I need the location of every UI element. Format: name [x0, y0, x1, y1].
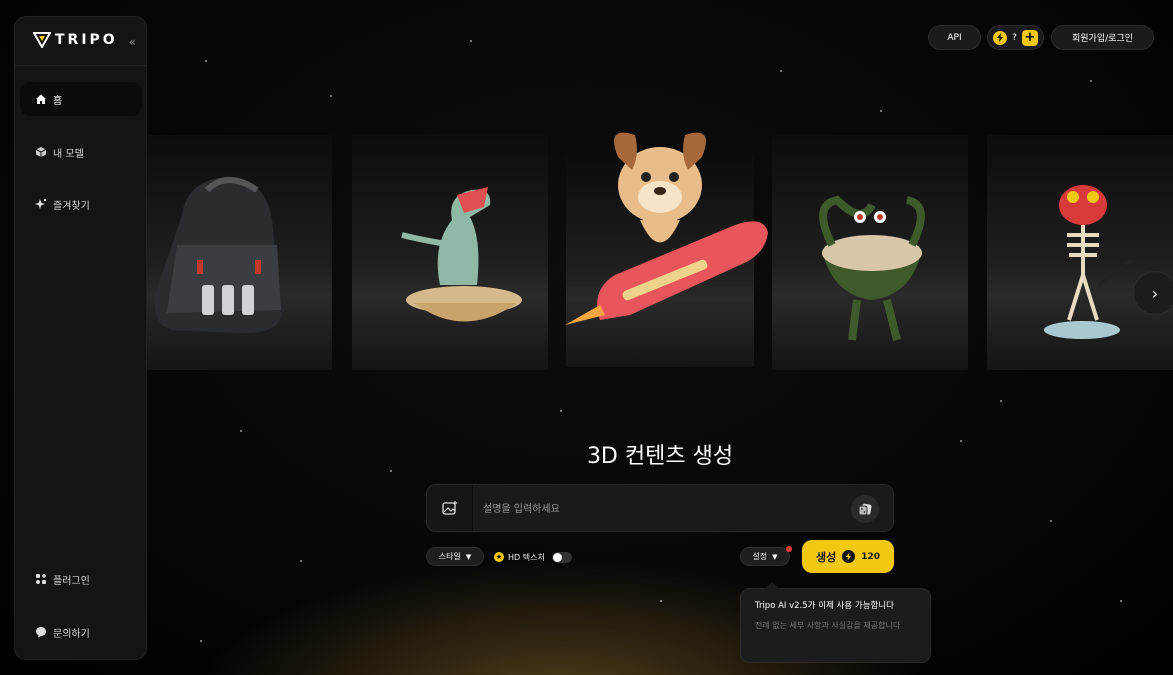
sidebar-item-label: 내 모델 — [53, 148, 84, 160]
chat-icon — [34, 626, 47, 639]
brand-name: TRIPO — [55, 32, 118, 48]
cube-icon — [34, 146, 47, 159]
cereal-bowl-creature-model — [819, 195, 925, 341]
plugin-icon — [34, 573, 47, 586]
style-label: 스타일 — [438, 552, 461, 561]
caret-down-icon: ▼ — [772, 552, 778, 561]
carousel-card-cereal-creature[interactable] — [772, 135, 968, 370]
generate-label: 생성 — [815, 550, 837, 564]
carousel-card-backpack[interactable] — [147, 135, 332, 370]
tooltip-title: Tripo AI v2.5가 이제 사용 가능합니다 — [755, 601, 894, 611]
bolt-icon — [842, 550, 856, 563]
image-upload-button[interactable] — [427, 485, 473, 531]
page-title: 3D 컨텐츠 생성 — [586, 444, 734, 469]
carousel-card-skeleton-frog[interactable] — [987, 135, 1173, 370]
sidebar-item-home[interactable]: 홈 — [20, 82, 142, 116]
generate-button[interactable]: 생성 120 — [802, 540, 894, 573]
sidebar-item-my-models[interactable]: 내 모델 — [20, 135, 142, 169]
sparkle-icon — [34, 198, 47, 211]
hd-texture-label: HD 텍스처 — [508, 552, 545, 562]
tripo-logo[interactable]: TRIPO — [33, 32, 118, 48]
generate-cost: 120 — [861, 551, 881, 562]
double-chevron-left-icon[interactable]: « — [129, 35, 136, 49]
chevron-right-icon: › — [1151, 283, 1159, 303]
sidebar: TRIPO « 홈 내 모델 즐겨찾기 플러그인 문의하기 — [14, 16, 147, 660]
dice-icon — [858, 503, 872, 516]
carousel-card-dinosaur[interactable] — [352, 135, 548, 370]
sidebar-item-plugins[interactable]: 플러그인 — [20, 562, 142, 596]
sidebar-item-label: 즐겨찾기 — [53, 200, 90, 212]
notification-dot — [786, 546, 792, 552]
dog-on-rocket-model — [565, 132, 768, 325]
credits-widget: ? + — [987, 25, 1044, 50]
style-dropdown[interactable]: 스타일 ▼ — [426, 547, 484, 566]
image-add-icon — [441, 501, 457, 515]
home-icon — [34, 93, 47, 106]
settings-label: 설정 — [752, 552, 768, 561]
carousel-next-button[interactable]: › — [1133, 271, 1173, 315]
sidebar-item-label: 홈 — [53, 95, 63, 107]
tooltip-description: 전례 없는 세부 사항과 사실감을 제공합니다 — [755, 621, 901, 630]
add-credits-button[interactable]: + — [1021, 29, 1038, 46]
settings-dropdown[interactable]: 설정 ▼ — [740, 547, 790, 566]
sidebar-item-contact[interactable]: 문의하기 — [20, 615, 142, 649]
hd-texture-switch[interactable] — [551, 551, 572, 563]
star-badge-icon: ★ — [494, 552, 504, 562]
sidebar-item-label: 문의하기 — [53, 628, 90, 640]
release-tooltip: Tripo AI v2.5가 이제 사용 가능합니다 전례 없는 세부 사항과 … — [740, 582, 931, 663]
login-button[interactable]: 회원가입/로그인 — [1051, 25, 1154, 50]
backpack-model — [154, 177, 282, 334]
dinosaur-model — [401, 187, 522, 322]
sidebar-item-favorites[interactable]: 즐겨찾기 — [20, 187, 142, 221]
api-button[interactable]: API — [928, 25, 981, 50]
random-prompt-button[interactable] — [851, 495, 879, 523]
sidebar-item-label: 플러그인 — [53, 575, 90, 587]
hd-texture-toggle[interactable]: ★ HD 텍스처 — [494, 549, 572, 565]
bolt-icon — [993, 30, 1008, 45]
credits-value: ? — [1012, 32, 1017, 43]
prompt-input[interactable] — [483, 499, 843, 519]
skeleton-frog-model — [1044, 185, 1133, 339]
caret-down-icon: ▼ — [465, 552, 472, 561]
prompt-box — [426, 484, 894, 532]
tripo-logo-mark-icon — [33, 32, 51, 48]
sidebar-divider — [15, 65, 146, 66]
